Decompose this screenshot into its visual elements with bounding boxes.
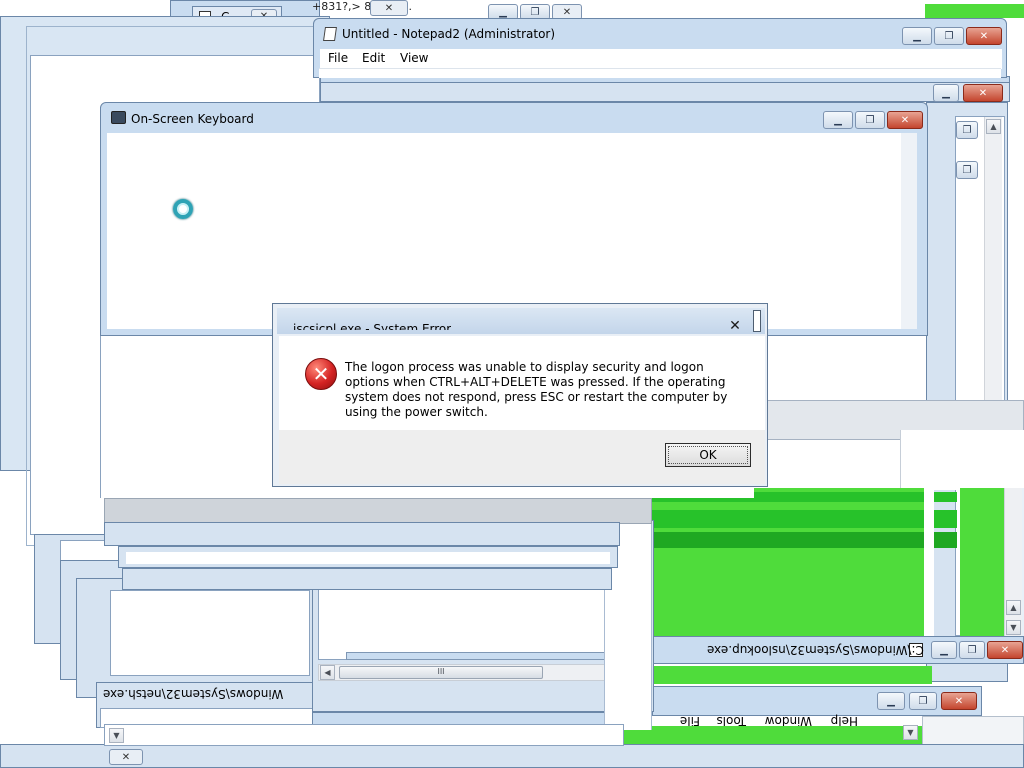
vertical-scrollbar[interactable]: ▲ ▼ [1004, 488, 1022, 638]
close-icon[interactable]: ✕ [109, 749, 143, 765]
bottom-ghost-body: ▼ [104, 724, 624, 746]
maximize-icon[interactable]: ❐ [956, 121, 978, 139]
bottom-strip: ✕ [0, 744, 1024, 768]
nslookup-band-3 [652, 532, 957, 548]
close-icon[interactable]: ✕ [725, 318, 745, 334]
error-icon: ✕ [305, 358, 337, 390]
ok-button[interactable]: OK [665, 443, 751, 467]
error-dialog: iscsicpl.exe - System Error ✕ ✕ The logo… [272, 303, 768, 487]
error-dialog-title: iscsicpl.exe - System Error [293, 322, 452, 330]
scroll-up-icon[interactable]: ▲ [986, 119, 1001, 134]
nslookup-right-scroll: ▲ ▼ [960, 488, 1024, 638]
notepad-icon [323, 27, 337, 41]
background-window-stack-2: ▁ ✕ [320, 82, 1010, 102]
minimize-icon[interactable]: ▁ [823, 111, 853, 129]
close-icon[interactable]: ✕ [941, 692, 977, 710]
background-window-right-panel-2 [900, 430, 1024, 490]
minimize-icon[interactable]: ▁ [902, 27, 932, 45]
close-icon[interactable]: ✕ [966, 27, 1002, 45]
error-dialog-footer: OK [279, 430, 765, 484]
ghost-window-lower-3-body [110, 590, 310, 676]
keyboard-icon [111, 111, 126, 124]
notepad-title: Untitled - Notepad2 (Administrator) [342, 27, 556, 41]
close-icon[interactable]: ✕ [887, 111, 923, 129]
menu-item-file[interactable]: File [328, 51, 348, 65]
close-icon[interactable]: ✕ [963, 84, 1003, 102]
scroll-down-icon[interactable]: ▲ [1006, 600, 1021, 615]
background-window-bottom-right-body: ▼ [903, 716, 1024, 746]
close-icon[interactable]: ✕ [370, 0, 408, 16]
ghost-window-layer-a [104, 522, 620, 546]
maximize-icon[interactable]: ❐ [909, 692, 937, 710]
notepad-body-strip [319, 68, 1001, 78]
ghost-window-layer-c-body [126, 552, 610, 564]
maximize-icon[interactable]: ❐ [855, 111, 885, 129]
green-fill-bottom-strip [652, 666, 932, 684]
minimize-icon[interactable]: ▁ [931, 641, 957, 659]
error-dialog-titlebar-edge [753, 310, 761, 332]
busy-cursor-icon [173, 199, 193, 219]
scroll-up-icon[interactable]: ▼ [1006, 620, 1021, 635]
close-icon[interactable]: ✕ [987, 641, 1023, 659]
ghost-window-under-keyboard-white [600, 486, 652, 498]
notepad-menubar: File Edit View [320, 49, 1002, 69]
error-dialog-content: ✕ The logon process was unable to displa… [279, 336, 765, 430]
nslookup-title: C:\Windows\System32\nslookup.exe [707, 643, 924, 657]
green-fill-top-right [925, 4, 1024, 18]
onscreen-keyboard-window: On-Screen Keyboard ▁ ❐ ✕ [100, 102, 928, 336]
maximize-icon[interactable]: ❐ [956, 161, 978, 179]
maximize-icon[interactable]: ❐ [934, 27, 964, 45]
green-fill-bottom [622, 726, 922, 746]
horizontal-scrollbar[interactable]: ◀ III [318, 664, 648, 681]
nslookup-white-sidebar [924, 490, 934, 640]
scroll-down-icon[interactable]: ▼ [903, 725, 918, 740]
onscreen-keyboard-title: On-Screen Keyboard [131, 112, 254, 126]
onscreen-keyboard-body [107, 133, 901, 329]
nslookup-titlebar: C:\Windows\System32\nslookup.exe ▁ ❐ ✕ [652, 636, 1024, 664]
nslookup-band-2 [652, 510, 957, 528]
scroll-thumb[interactable]: III [339, 666, 543, 679]
maximize-icon[interactable]: ❐ [959, 641, 985, 659]
onscreen-keyboard-edge [901, 133, 917, 329]
menu-item-view[interactable]: View [400, 51, 428, 65]
minimize-icon[interactable]: ▁ [877, 692, 905, 710]
error-dialog-titlebar: iscsicpl.exe - System Error ✕ [277, 308, 765, 334]
ghost-window-under-keyboard-base [104, 498, 652, 524]
scroll-down-icon[interactable]: ▼ [109, 728, 124, 743]
minimize-icon[interactable]: ▁ [933, 84, 959, 102]
netsh-title: Windows\System32\netsh.exe [103, 687, 284, 701]
menu-item-edit[interactable]: Edit [362, 51, 385, 65]
green-fill-edge [960, 488, 1004, 638]
scroll-left-icon[interactable]: ◀ [320, 665, 335, 680]
error-message: The logon process was unable to display … [345, 360, 728, 419]
ghost-window-layer-c [122, 568, 612, 590]
